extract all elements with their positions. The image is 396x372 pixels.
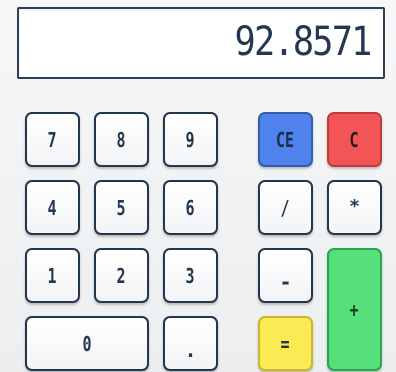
digit-2-button[interactable]: 2 <box>94 248 149 303</box>
digit-5-button[interactable]: 5 <box>94 180 149 235</box>
digit-3-label: 3 <box>185 263 196 288</box>
clear-button[interactable]: C <box>327 112 382 167</box>
digit-7-label: 7 <box>47 127 58 152</box>
digit-4-button[interactable]: 4 <box>25 180 80 235</box>
digit-1-label: 1 <box>47 263 58 288</box>
divide-label: / <box>280 195 291 220</box>
digit-5-label: 5 <box>116 195 127 220</box>
multiply-label: * <box>349 196 360 217</box>
digit-2-label: 2 <box>116 263 127 288</box>
clear-entry-label: CE <box>276 127 295 152</box>
decimal-label: . <box>184 337 197 362</box>
digit-6-label: 6 <box>185 195 196 220</box>
digit-4-label: 4 <box>47 195 58 220</box>
decimal-button[interactable]: . <box>163 316 218 371</box>
equals-label: = <box>280 331 291 356</box>
multiply-button[interactable]: * <box>327 180 382 235</box>
display-value: 92.8571 <box>234 19 373 65</box>
subtract-button[interactable]: - <box>258 248 313 303</box>
digit-9-button[interactable]: 9 <box>163 112 218 167</box>
add-label: + <box>349 297 360 322</box>
calculator: 92.8571 7 8 9 CE C 4 5 6 / * 1 2 3 - + 0… <box>0 0 396 372</box>
subtract-label: - <box>279 269 292 294</box>
display-screen: 92.8571 <box>17 7 385 79</box>
digit-3-button[interactable]: 3 <box>163 248 218 303</box>
digit-1-button[interactable]: 1 <box>25 248 80 303</box>
equals-button[interactable]: = <box>258 316 313 371</box>
digit-8-button[interactable]: 8 <box>94 112 149 167</box>
divide-button[interactable]: / <box>258 180 313 235</box>
add-button[interactable]: + <box>327 248 382 371</box>
digit-0-label: 0 <box>82 331 92 356</box>
digit-8-label: 8 <box>116 127 127 152</box>
digit-7-button[interactable]: 7 <box>25 112 80 167</box>
digit-9-label: 9 <box>185 127 196 152</box>
digit-6-button[interactable]: 6 <box>163 180 218 235</box>
clear-entry-button[interactable]: CE <box>258 112 313 167</box>
digit-0-button[interactable]: 0 <box>25 316 149 371</box>
clear-label: C <box>349 127 360 152</box>
